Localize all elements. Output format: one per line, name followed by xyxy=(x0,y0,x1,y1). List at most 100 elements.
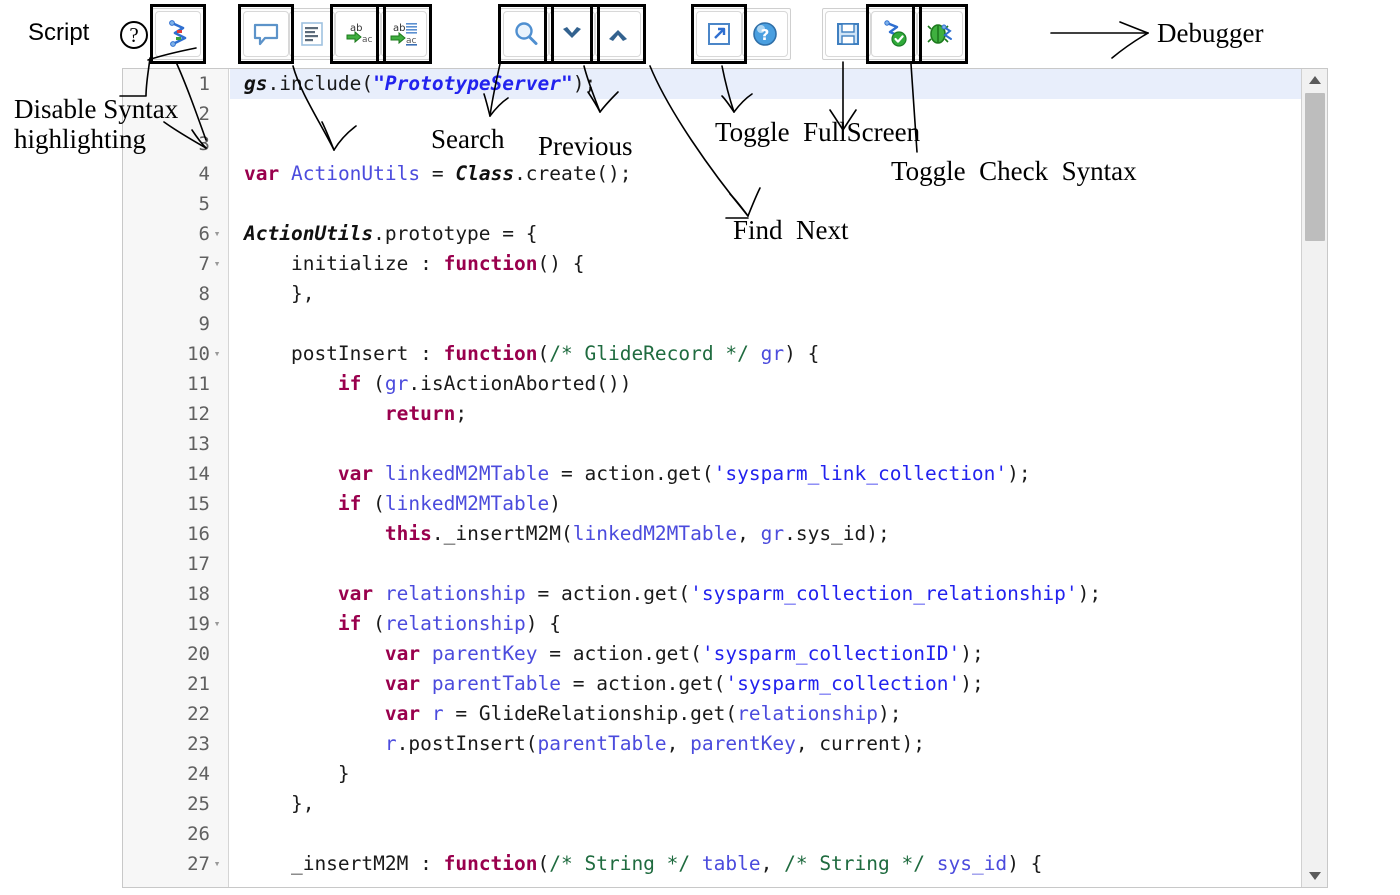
code-token-pln xyxy=(244,732,385,755)
line-number: 12▾ xyxy=(123,399,228,429)
line-number-value: 23 xyxy=(187,729,210,759)
line-number: 19▾ xyxy=(123,609,228,639)
code-token-str: 'sysparm_collectionID' xyxy=(702,642,960,665)
line-number-value: 16 xyxy=(187,519,210,549)
line-number: 24▾ xyxy=(123,759,228,789)
line-number: 18▾ xyxy=(123,579,228,609)
line-number: 15▾ xyxy=(123,489,228,519)
code-token-kw: var xyxy=(385,642,420,665)
code-line[interactable]: initialize : function() { xyxy=(230,249,1327,279)
code-line[interactable] xyxy=(230,429,1327,459)
syntax-check-ok-icon xyxy=(879,19,909,49)
help-button[interactable]: ? xyxy=(742,11,788,57)
code-line[interactable]: var parentKey = action.get('sysparm_coll… xyxy=(230,639,1327,669)
code-line[interactable]: } xyxy=(230,759,1327,789)
svg-text:ab: ab xyxy=(393,23,405,34)
search-group xyxy=(500,8,644,60)
code-token-pln xyxy=(925,852,937,875)
code-line[interactable]: this._insertM2M(linkedM2MTable, gr.sys_i… xyxy=(230,519,1327,549)
code-token-pln: .isActionAborted()) xyxy=(408,372,631,395)
find-next-button[interactable] xyxy=(549,11,595,57)
code-token-kw: var xyxy=(385,702,420,725)
code-token-pln xyxy=(749,342,761,365)
scroll-down-arrow-icon[interactable] xyxy=(1302,865,1328,887)
code-token-var: table xyxy=(702,852,761,875)
toggle-comment-button[interactable] xyxy=(243,11,289,57)
run-group xyxy=(822,8,966,60)
line-number: 5▾ xyxy=(123,189,228,219)
replace-all-button[interactable]: abac xyxy=(381,11,427,57)
code-fold-toggle-icon[interactable]: ▾ xyxy=(210,249,224,279)
chevron-down-icon xyxy=(557,19,587,49)
code-line[interactable]: var relationship = action.get('sysparm_c… xyxy=(230,579,1327,609)
line-number-value: 10 xyxy=(187,339,210,369)
code-line[interactable] xyxy=(230,309,1327,339)
line-number-value: 11 xyxy=(187,369,210,399)
code-token-var: parentKey xyxy=(690,732,796,755)
code-line[interactable]: if (relationship) { xyxy=(230,609,1327,639)
code-line[interactable]: postInsert : function(/* GlideRecord */ … xyxy=(230,339,1327,369)
code-token-var: relationship xyxy=(385,582,526,605)
scroll-up-arrow-icon[interactable] xyxy=(1302,69,1328,91)
replace-button[interactable]: abac xyxy=(335,11,381,57)
toggle-check-syntax-button[interactable] xyxy=(871,11,917,57)
line-number: 25▾ xyxy=(123,789,228,819)
code-fold-toggle-icon[interactable]: ▾ xyxy=(210,219,224,249)
line-number: 14▾ xyxy=(123,459,228,489)
search-button[interactable] xyxy=(503,11,549,57)
line-number: 27▾ xyxy=(123,849,228,879)
code-token-pln xyxy=(244,372,338,395)
code-token-pln: () { xyxy=(538,252,585,275)
code-token-pln: ) { xyxy=(1007,852,1042,875)
code-token-var: r xyxy=(385,732,397,755)
code-line[interactable]: }, xyxy=(230,279,1327,309)
code-token-pln: = action.get( xyxy=(549,462,713,485)
code-line[interactable]: if (gr.isActionAborted()) xyxy=(230,369,1327,399)
code-token-pln: ) xyxy=(549,492,561,515)
code-fold-toggle-icon[interactable]: ▾ xyxy=(210,609,224,639)
code-content-area[interactable]: gs.include("PrototypeServer"); var Actio… xyxy=(230,69,1327,887)
code-token-pln: ( xyxy=(361,612,384,635)
code-editor[interactable]: 1▾2▾3▾4▾5▾6▾7▾8▾9▾10▾11▾12▾13▾14▾15▾16▾1… xyxy=(122,68,1328,888)
find-previous-button[interactable] xyxy=(595,11,641,57)
code-token-var: gr xyxy=(761,342,784,365)
code-fold-toggle-icon[interactable]: ▾ xyxy=(210,849,224,879)
code-token-cls: Class xyxy=(455,162,514,185)
code-token-pln xyxy=(244,642,385,665)
line-number-value: 19 xyxy=(187,609,210,639)
annotation-toggle-check-syntax: Toggle Check Syntax xyxy=(891,156,1137,186)
code-line[interactable]: return; xyxy=(230,399,1327,429)
code-line[interactable]: gs.include("PrototypeServer"); xyxy=(230,69,1327,99)
toggle-syntax-highlighting-button[interactable] xyxy=(155,11,201,57)
code-token-kw: var xyxy=(244,162,279,185)
save-button[interactable] xyxy=(825,11,871,57)
line-number: 4▾ xyxy=(123,159,228,189)
code-line[interactable]: var parentTable = action.get('sysparm_co… xyxy=(230,669,1327,699)
debugger-button[interactable] xyxy=(917,11,963,57)
scrollbar-thumb[interactable] xyxy=(1305,93,1325,241)
code-token-pln: ( xyxy=(538,342,550,365)
line-number-value: 5 xyxy=(199,189,210,219)
code-line[interactable]: r.postInsert(parentTable, parentKey, cur… xyxy=(230,729,1327,759)
code-line[interactable]: var r = GlideRelationship.get(relationsh… xyxy=(230,699,1327,729)
code-line[interactable]: _insertM2M : function(/* String */ table… xyxy=(230,849,1327,879)
vertical-scrollbar[interactable] xyxy=(1301,69,1327,887)
format-code-button[interactable] xyxy=(289,11,335,57)
code-token-pln xyxy=(373,462,385,485)
code-token-pln: _insertM2M : xyxy=(244,852,444,875)
code-token-pln xyxy=(279,162,291,185)
code-line[interactable] xyxy=(230,819,1327,849)
help-question-icon[interactable]: ? xyxy=(120,21,148,49)
code-line[interactable]: }, xyxy=(230,789,1327,819)
code-line[interactable]: var ActionUtils = Class.create(); xyxy=(230,159,1327,189)
toggle-fullscreen-button[interactable] xyxy=(696,11,742,57)
line-number-value: 8 xyxy=(199,279,210,309)
code-token-pln: }, xyxy=(244,282,314,305)
code-fold-toggle-icon[interactable]: ▾ xyxy=(210,339,224,369)
annotation-disable-syntax-highlighting: Disable Syntax highlighting xyxy=(14,94,178,154)
code-line[interactable]: if (linkedM2MTable) xyxy=(230,489,1327,519)
annotation-debugger: Debugger xyxy=(1157,18,1263,48)
code-line[interactable]: var linkedM2MTable = action.get('sysparm… xyxy=(230,459,1327,489)
svg-text:?: ? xyxy=(761,26,770,44)
code-line[interactable] xyxy=(230,549,1327,579)
